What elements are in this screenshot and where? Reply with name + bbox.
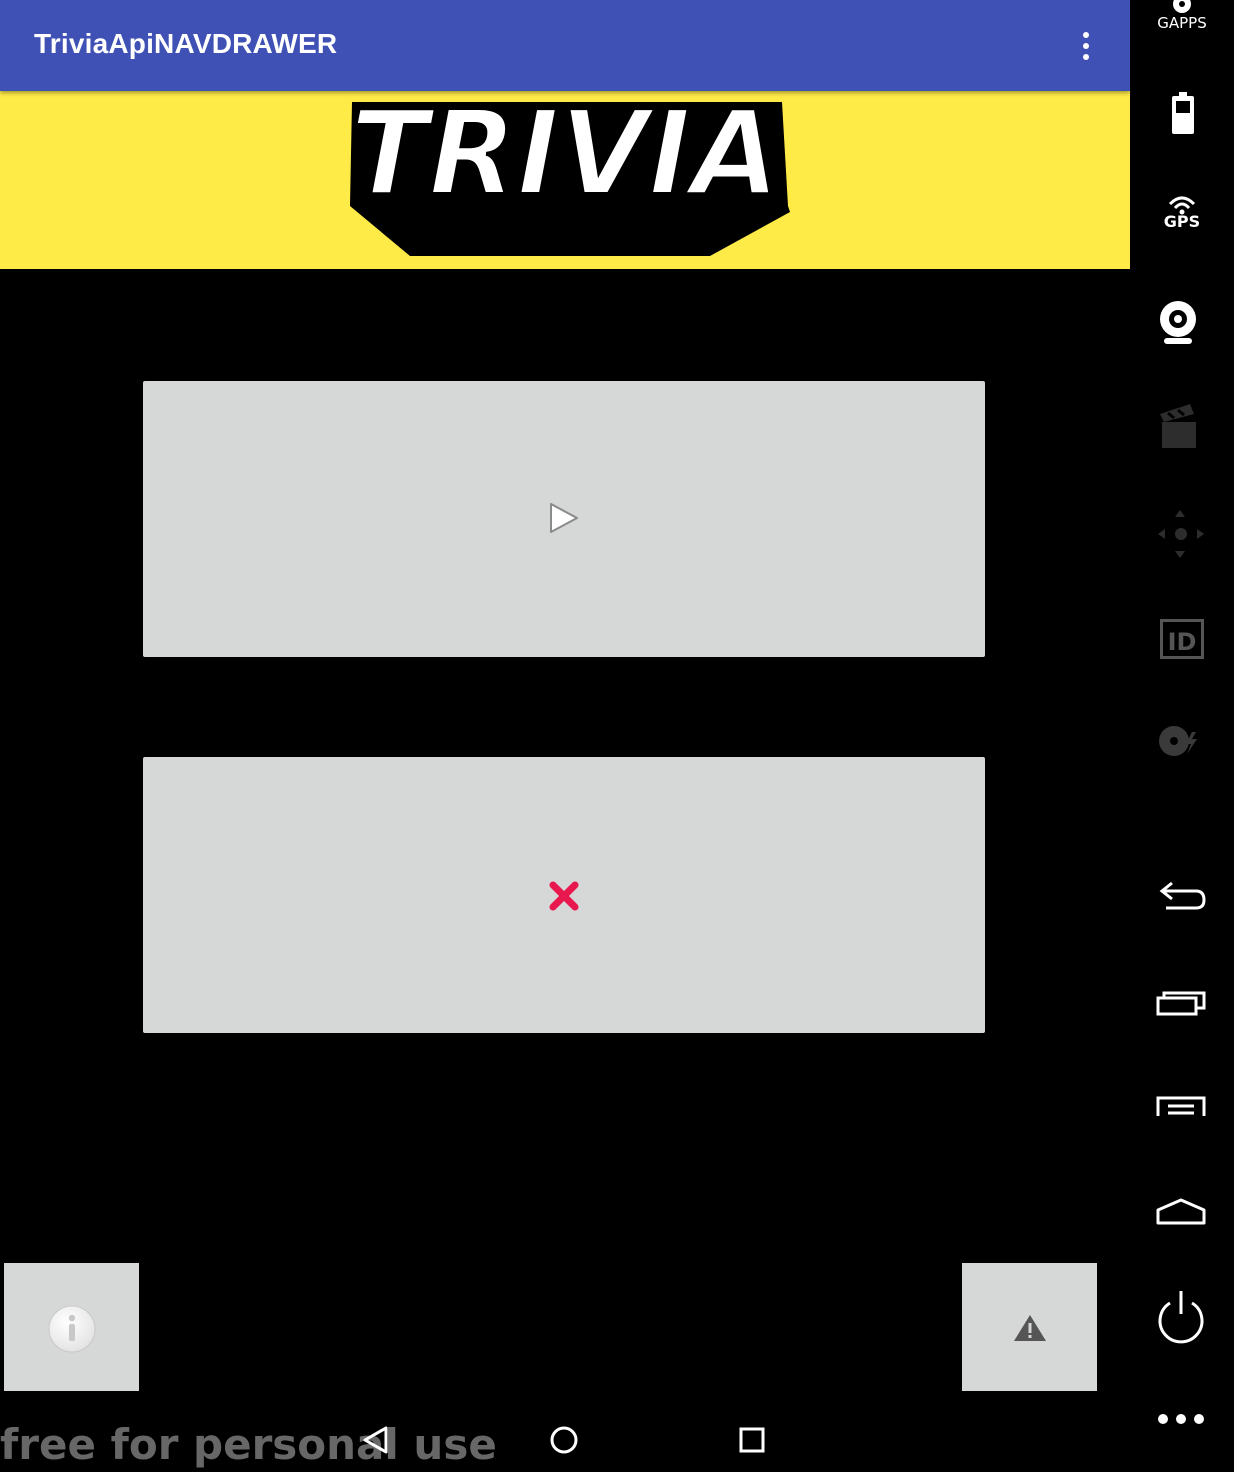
dpad-icon[interactable] (1152, 502, 1212, 562)
android-nav-bar (0, 1408, 1130, 1472)
info-icon (48, 1305, 96, 1353)
recent-apps-icon[interactable] (1152, 978, 1212, 1038)
id-label: ID (1160, 619, 1204, 659)
recents-square-icon[interactable] (732, 1420, 772, 1460)
gapps-icon[interactable]: GAPPS (1152, 0, 1212, 56)
warning-button[interactable] (962, 1263, 1097, 1391)
back-triangle-icon[interactable] (356, 1420, 396, 1460)
home-circle-icon[interactable] (544, 1420, 584, 1460)
battery-icon[interactable] (1152, 84, 1212, 144)
clapperboard-icon[interactable] (1152, 400, 1212, 460)
warning-icon (1014, 1315, 1046, 1341)
exit-button[interactable] (143, 757, 985, 1033)
app-title: TriviaApiNAVDRAWER (34, 28, 338, 59)
gps-label: GPS (1163, 212, 1201, 231)
app-bar: TriviaApiNAVDRAWER (0, 0, 1130, 91)
disk-icon[interactable] (1152, 710, 1212, 770)
power-icon[interactable] (1152, 1286, 1212, 1346)
webcam-icon[interactable] (1152, 292, 1212, 352)
trivia-logo: TRIVIA (348, 94, 790, 256)
close-x-icon (549, 881, 579, 911)
gapps-label: GAPPS (1157, 14, 1207, 32)
play-icon (550, 503, 578, 533)
more-vert-icon[interactable] (1074, 30, 1098, 62)
back-icon[interactable] (1152, 870, 1212, 930)
menu-icon[interactable] (1152, 1082, 1212, 1142)
logo-text: TRIVIA (350, 94, 780, 222)
info-button[interactable] (4, 1263, 139, 1391)
emulator-toolbar: GAPPS GPS ID (1130, 0, 1234, 1472)
home-icon[interactable] (1152, 1184, 1212, 1244)
gps-icon[interactable]: GPS (1152, 190, 1212, 250)
id-icon[interactable]: ID (1152, 605, 1212, 665)
app-screen: TriviaApiNAVDRAWER TRIVIA free for perso… (0, 0, 1130, 1472)
more-icon[interactable] (1152, 1390, 1212, 1450)
play-button[interactable] (143, 381, 985, 657)
